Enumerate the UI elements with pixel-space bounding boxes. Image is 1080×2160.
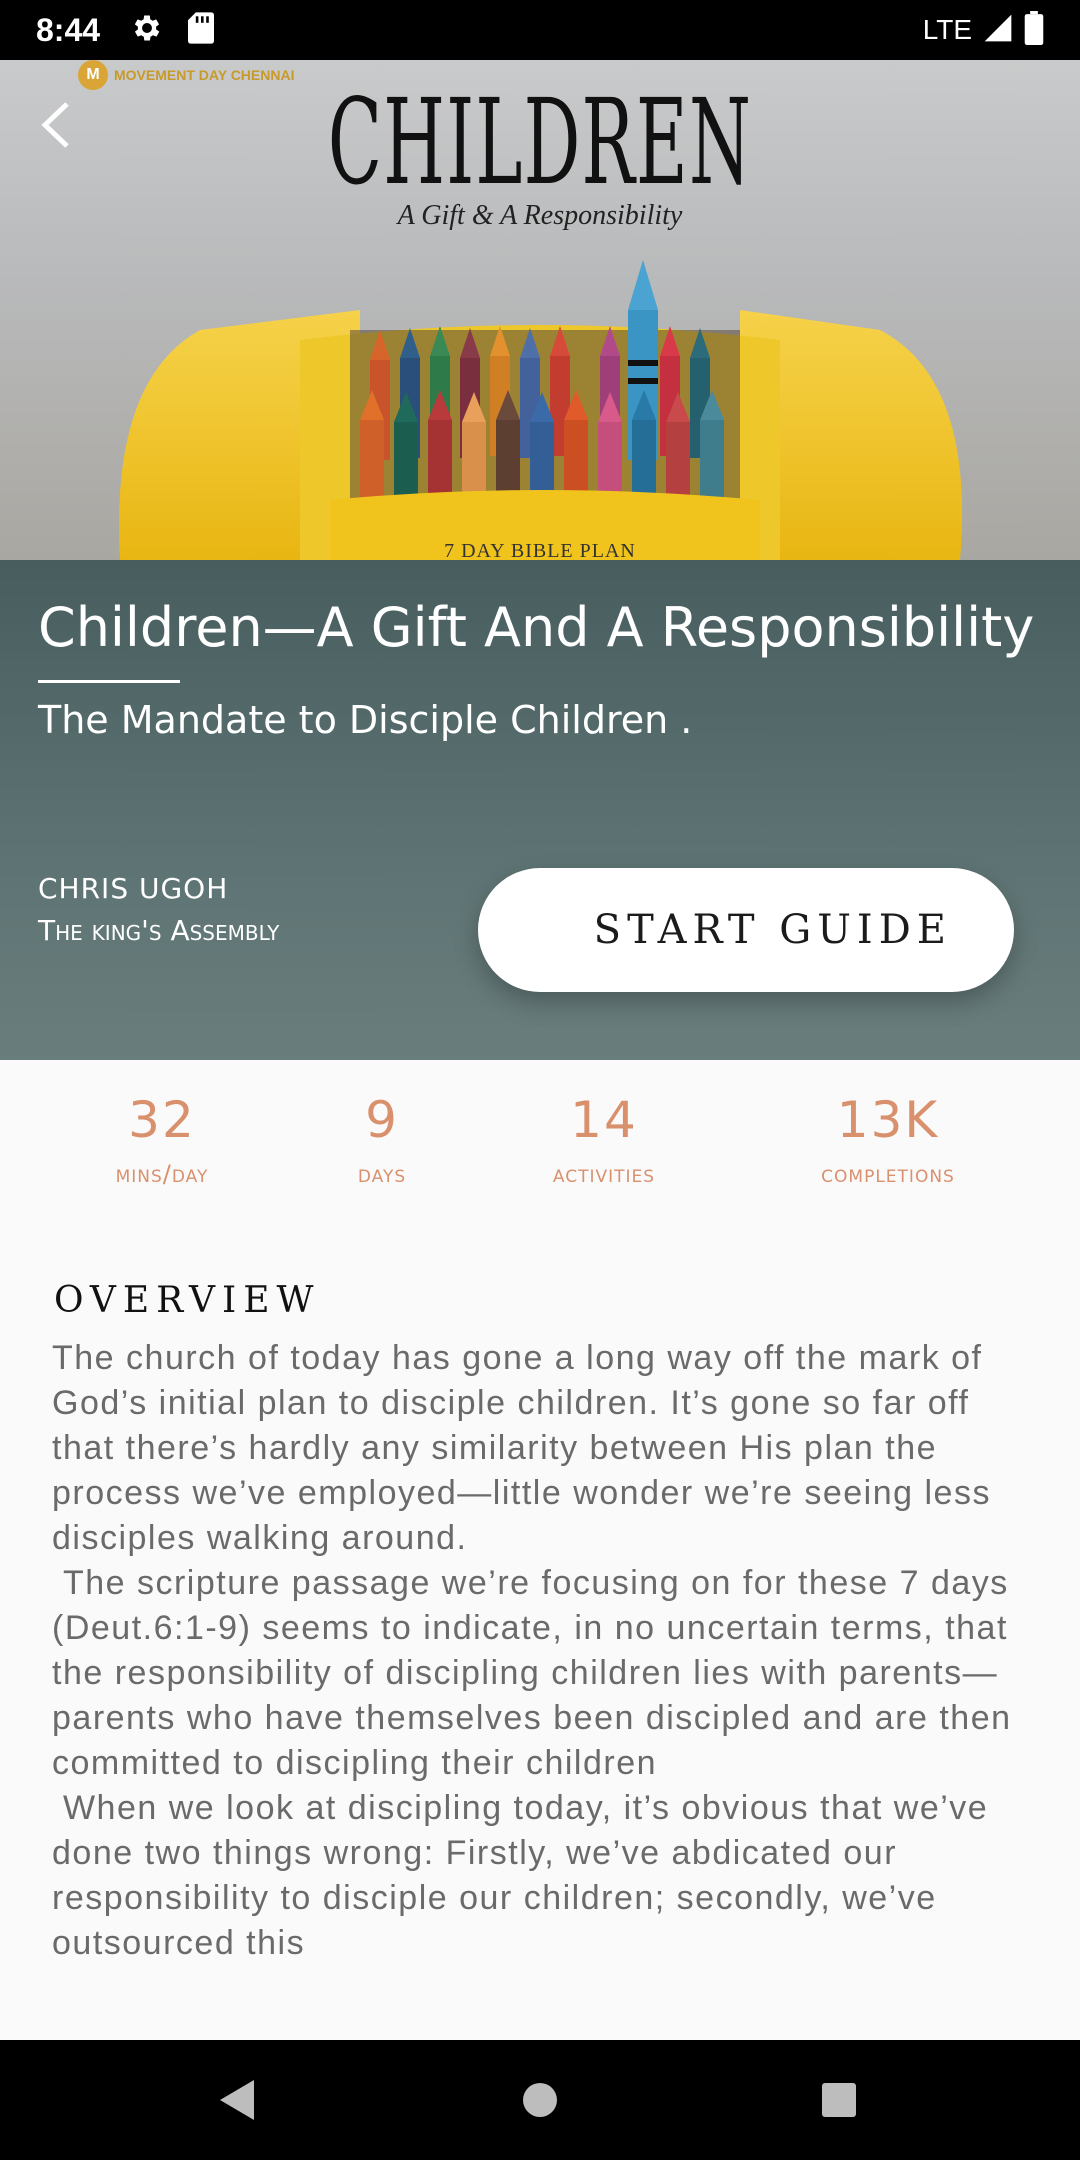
plan-title: Children—A Gift And A Responsibility [38,596,1035,659]
nav-back-button[interactable] [178,2040,298,2160]
logo-mark: M [78,60,108,90]
stat-days: 9 days [358,1090,406,1188]
back-button[interactable] [30,100,80,150]
nav-home-button[interactable] [480,2040,600,2160]
plan-subtitle: The Mandate to Disciple Children . [38,698,693,742]
stat-activities: 14 activities [553,1090,655,1188]
stat-value: 13K [836,1091,940,1149]
system-nav-bar [0,2040,1080,2160]
overview-heading: OVERVIEW [54,1280,321,1321]
network-type: LTE [922,14,972,45]
triangle-back-icon [220,2080,254,2120]
nav-recents-button[interactable] [779,2040,899,2160]
stat-label: mins/day [115,1160,209,1188]
gear-icon [130,11,164,49]
plan-cover-image: M MOVEMENT DAY CHENNAI CHILDREN A Gift &… [0,60,1080,560]
stat-label: activities [552,1160,656,1188]
battery-icon [1024,11,1044,49]
status-time: 8:44 [36,11,101,48]
stat-value: 14 [570,1091,638,1149]
cover-title: CHILDREN [327,73,753,211]
author-organization: The king's Assembly [38,914,280,947]
sd-card-icon [188,12,215,48]
plan-info-panel: Children—A Gift And A Responsibility The… [0,560,1080,1060]
chevron-left-icon [41,102,69,148]
author-name: CHRIS UGOH [38,872,229,905]
circle-home-icon [523,2083,557,2117]
cover-subtitle: A Gift & A Responsibility [397,200,683,231]
square-recents-icon [822,2083,856,2117]
stat-label: days [357,1160,407,1188]
overview-text: The church of today has gone a long way … [52,1339,1012,1962]
stat-completions: 13K completions [821,1090,955,1188]
start-guide-button[interactable]: START GUIDE [478,868,1014,992]
title-divider [38,680,180,683]
status-bar: 8:44 LTE [0,0,1080,60]
cover-caption: 7 DAY BIBLE PLAN [444,540,636,560]
stat-value: 32 [128,1091,196,1149]
stat-mins-per-day: 32 mins/day [116,1090,209,1188]
stat-value: 9 [365,1091,399,1149]
stat-label: completions [821,1160,955,1188]
signal-icon [982,12,1014,48]
plan-stats: 32 mins/day 9 days 14 activities 13K com… [0,1090,1080,1210]
